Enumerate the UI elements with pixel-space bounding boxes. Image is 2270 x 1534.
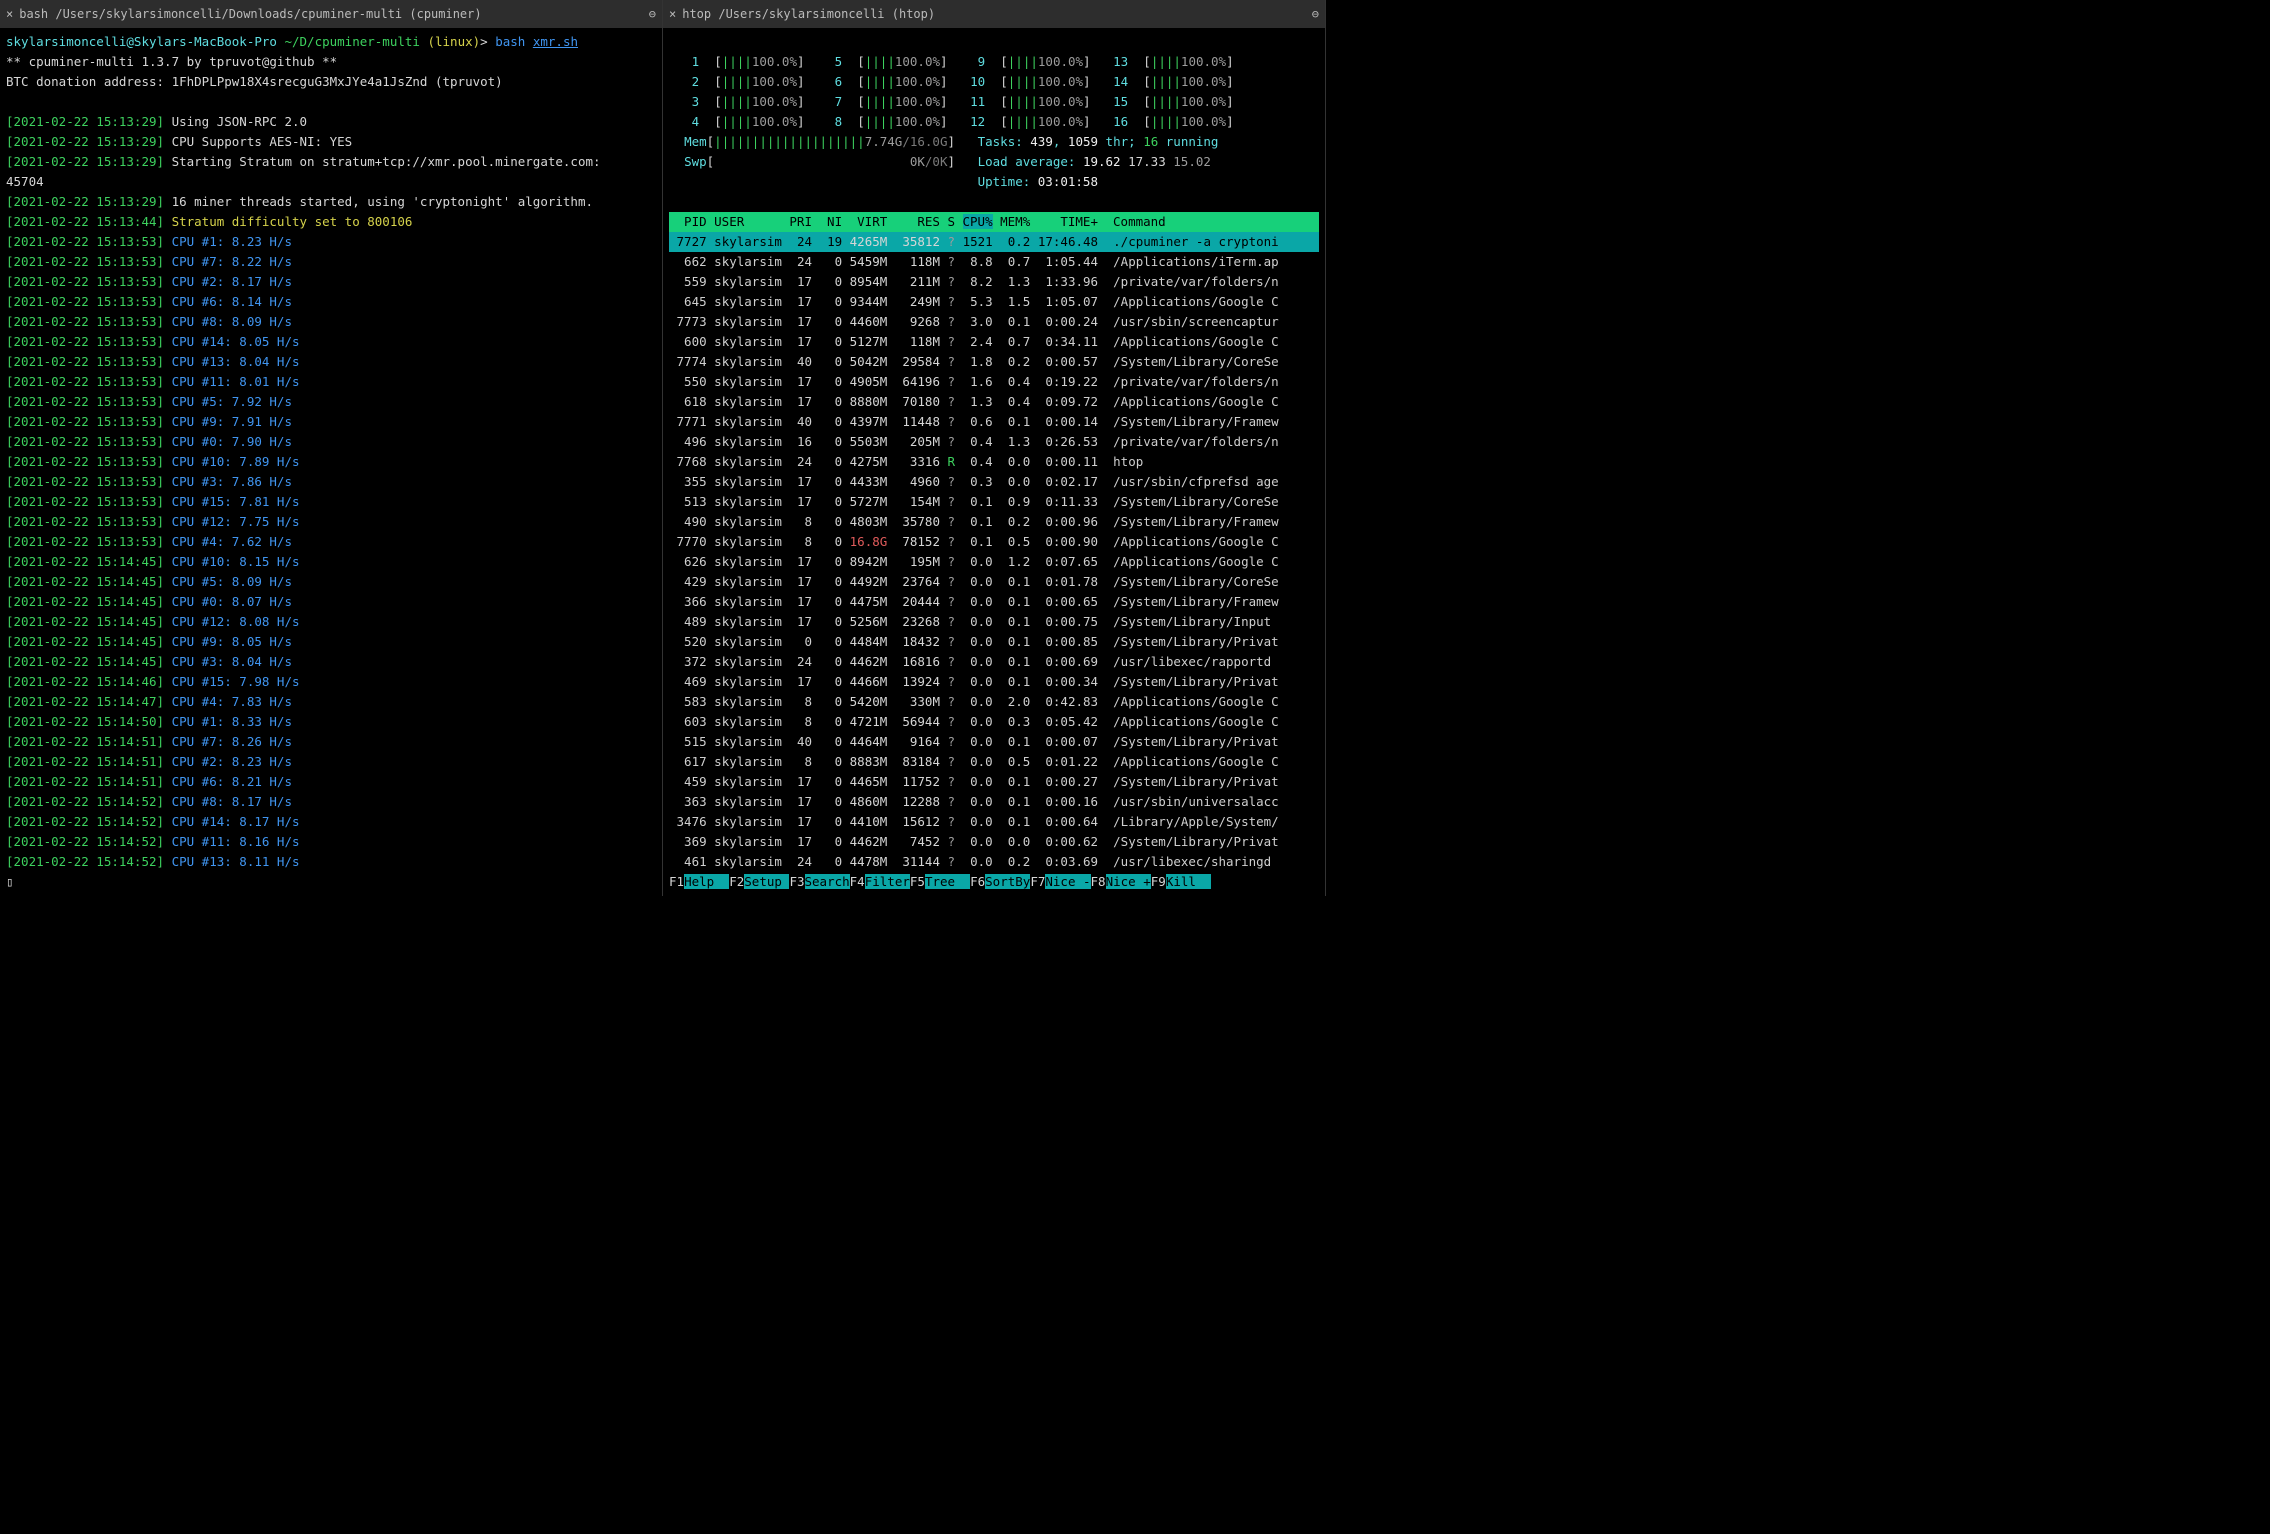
htop-header[interactable]: PID USER PRI NI VIRT RES S CPU% MEM% TIM… xyxy=(669,212,1319,232)
process-row[interactable]: 366 skylarsim 17 0 4475M 20444 ? 0.0 0.1… xyxy=(669,592,1319,612)
process-row[interactable]: 583 skylarsim 8 0 5420M 330M ? 0.0 2.0 0… xyxy=(669,692,1319,712)
close-icon[interactable]: × xyxy=(669,4,676,24)
htop-fkeys[interactable]: F1Help F2Setup F3SearchF4FilterF5Tree F6… xyxy=(669,872,1319,892)
process-row[interactable]: 645 skylarsim 17 0 9344M 249M ? 5.3 1.5 … xyxy=(669,292,1319,312)
process-row[interactable]: 490 skylarsim 8 0 4803M 35780 ? 0.1 0.2 … xyxy=(669,512,1319,532)
process-row[interactable]: 513 skylarsim 17 0 5727M 154M ? 0.1 0.9 … xyxy=(669,492,1319,512)
menu-icon[interactable]: ⊖ xyxy=(1312,4,1319,24)
process-row[interactable]: 7727 skylarsim 24 19 4265M 35812 ? 1521 … xyxy=(669,232,1319,252)
process-row[interactable]: 600 skylarsim 17 0 5127M 118M ? 2.4 0.7 … xyxy=(669,332,1319,352)
process-row[interactable]: 429 skylarsim 17 0 4492M 23764 ? 0.0 0.1… xyxy=(669,572,1319,592)
close-icon[interactable]: × xyxy=(6,4,13,24)
process-row[interactable]: 550 skylarsim 17 0 4905M 64196 ? 1.6 0.4… xyxy=(669,372,1319,392)
process-row[interactable]: 369 skylarsim 17 0 4462M 7452 ? 0.0 0.0 … xyxy=(669,832,1319,852)
process-row[interactable]: 617 skylarsim 8 0 8883M 83184 ? 0.0 0.5 … xyxy=(669,752,1319,772)
process-row[interactable]: 355 skylarsim 17 0 4433M 4960 ? 0.3 0.0 … xyxy=(669,472,1319,492)
process-row[interactable]: 496 skylarsim 16 0 5503M 205M ? 0.4 1.3 … xyxy=(669,432,1319,452)
process-row[interactable]: 515 skylarsim 40 0 4464M 9164 ? 0.0 0.1 … xyxy=(669,732,1319,752)
process-row[interactable]: 559 skylarsim 17 0 8954M 211M ? 8.2 1.3 … xyxy=(669,272,1319,292)
right-terminal[interactable]: 1 [||||100.0%] 5 [||||100.0%] 9 [||||100… xyxy=(663,28,1325,896)
menu-icon[interactable]: ⊖ xyxy=(649,4,656,24)
process-row[interactable]: 372 skylarsim 24 0 4462M 16816 ? 0.0 0.1… xyxy=(669,652,1319,672)
left-terminal[interactable]: skylarsimoncelli@Skylars-MacBook-Pro ~/D… xyxy=(0,28,662,896)
process-row[interactable]: 363 skylarsim 17 0 4860M 12288 ? 0.0 0.1… xyxy=(669,792,1319,812)
right-tab-title[interactable]: htop /Users/skylarsimoncelli (htop) xyxy=(682,4,1306,24)
left-pane: × bash /Users/skylarsimoncelli/Downloads… xyxy=(0,0,663,896)
process-row[interactable]: 3476 skylarsim 17 0 4410M 15612 ? 0.0 0.… xyxy=(669,812,1319,832)
right-pane: × htop /Users/skylarsimoncelli (htop) ⊖ … xyxy=(663,0,1326,896)
process-row[interactable]: 7773 skylarsim 17 0 4460M 9268 ? 3.0 0.1… xyxy=(669,312,1319,332)
process-row[interactable]: 618 skylarsim 17 0 8880M 70180 ? 1.3 0.4… xyxy=(669,392,1319,412)
process-row[interactable]: 662 skylarsim 24 0 5459M 118M ? 8.8 0.7 … xyxy=(669,252,1319,272)
process-row[interactable]: 459 skylarsim 17 0 4465M 11752 ? 0.0 0.1… xyxy=(669,772,1319,792)
process-row[interactable]: 7768 skylarsim 24 0 4275M 3316 R 0.4 0.0… xyxy=(669,452,1319,472)
process-row[interactable]: 469 skylarsim 17 0 4466M 13924 ? 0.0 0.1… xyxy=(669,672,1319,692)
process-row[interactable]: 603 skylarsim 8 0 4721M 56944 ? 0.0 0.3 … xyxy=(669,712,1319,732)
right-tabbar: × htop /Users/skylarsimoncelli (htop) ⊖ xyxy=(663,0,1325,28)
process-row[interactable]: 626 skylarsim 17 0 8942M 195M ? 0.0 1.2 … xyxy=(669,552,1319,572)
process-row[interactable]: 489 skylarsim 17 0 5256M 23268 ? 0.0 0.1… xyxy=(669,612,1319,632)
left-tab-title[interactable]: bash /Users/skylarsimoncelli/Downloads/c… xyxy=(19,4,643,24)
process-row[interactable]: 461 skylarsim 24 0 4478M 31144 ? 0.0 0.2… xyxy=(669,852,1319,872)
process-row[interactable]: 7770 skylarsim 8 0 16.8G 78152 ? 0.1 0.5… xyxy=(669,532,1319,552)
process-row[interactable]: 520 skylarsim 0 0 4484M 18432 ? 0.0 0.1 … xyxy=(669,632,1319,652)
left-tabbar: × bash /Users/skylarsimoncelli/Downloads… xyxy=(0,0,662,28)
process-row[interactable]: 7774 skylarsim 40 0 5042M 29584 ? 1.8 0.… xyxy=(669,352,1319,372)
process-row[interactable]: 7771 skylarsim 40 0 4397M 11448 ? 0.6 0.… xyxy=(669,412,1319,432)
